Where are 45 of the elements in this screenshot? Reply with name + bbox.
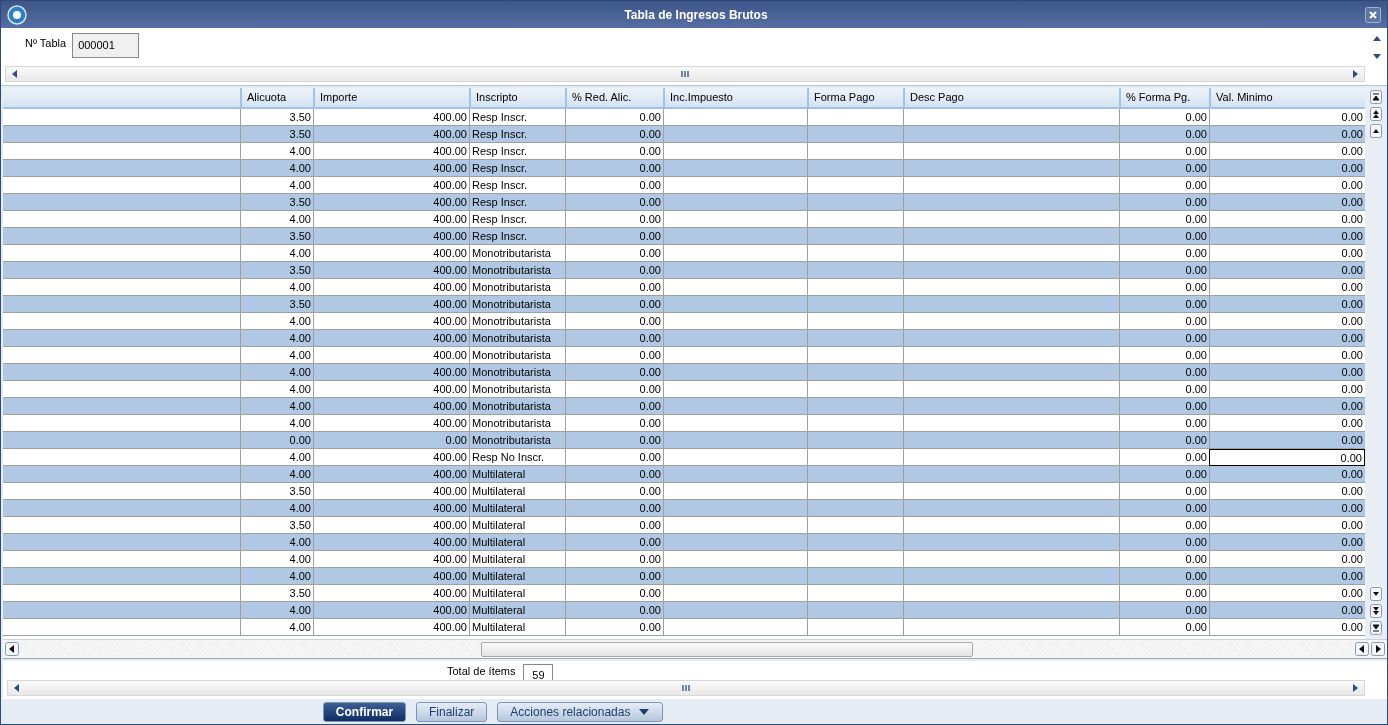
column-header[interactable]: Alicuota: [240, 88, 313, 107]
column-header[interactable]: % Forma Pg.: [1119, 88, 1209, 107]
column-header[interactable]: Desc Pago: [903, 88, 1119, 107]
caret-icon: [638, 707, 651, 716]
table-cell: Multilateral: [469, 619, 565, 636]
page-up-icon[interactable]: [1370, 107, 1382, 121]
page-down-icon[interactable]: [1370, 604, 1382, 618]
scroll-right-icon[interactable]: [1350, 683, 1360, 694]
column-header[interactable]: % Red. Alic.: [565, 88, 663, 107]
column-header[interactable]: Forma Pago: [807, 88, 903, 107]
table-cell: 4.00: [240, 619, 313, 636]
scrollbar-thumb[interactable]: [481, 642, 973, 657]
scroll-right-icon[interactable]: [1350, 69, 1360, 79]
actions-dropdown-button[interactable]: Acciones relacionadas: [497, 701, 664, 722]
scroll-down-icon[interactable]: [1370, 587, 1382, 601]
close-icon[interactable]: [1365, 6, 1381, 23]
field-label: Nº Tabla: [25, 36, 67, 49]
scroll-left-icon[interactable]: [1355, 642, 1369, 656]
scroll-left-icon[interactable]: [10, 69, 20, 79]
scroll-up-icon[interactable]: [1370, 124, 1382, 138]
grip-icon[interactable]: [680, 69, 690, 79]
scroll-left-icon[interactable]: [5, 642, 19, 656]
horizontal-scrollbar[interactable]: [3, 639, 1387, 658]
confirm-button[interactable]: Confirmar: [323, 701, 406, 722]
scroll-down-icon[interactable]: [1372, 52, 1382, 61]
column-header[interactable]: Inscripto: [469, 88, 565, 107]
scroll-top-icon[interactable]: [1370, 90, 1382, 104]
scroll-left-icon[interactable]: [12, 683, 22, 694]
column-header[interactable]: Importe: [313, 88, 469, 107]
scroll-bottom-icon[interactable]: [1370, 621, 1382, 635]
finish-button[interactable]: Finalizar: [416, 701, 488, 722]
app-logo-icon: [7, 4, 27, 25]
table-cell: 0.00: [1209, 449, 1365, 466]
table-cell: 400.00: [313, 619, 469, 636]
horizontal-scrollbar[interactable]: [7, 680, 1365, 696]
table-cell: 0.00: [1119, 619, 1209, 636]
table-cell: 0.00: [565, 619, 663, 636]
horizontal-scrollbar[interactable]: [5, 66, 1365, 82]
grip-icon[interactable]: [681, 683, 691, 694]
scroll-right-icon[interactable]: [1371, 642, 1385, 656]
input-field[interactable]: 000001: [72, 33, 140, 58]
window-title: Tabla de Ingresos Brutos: [623, 7, 769, 22]
column-header[interactable]: Inc.Impuesto: [663, 88, 807, 107]
table-cell: 0.00: [1209, 619, 1365, 636]
total-label: Total de ítems: [447, 665, 516, 680]
